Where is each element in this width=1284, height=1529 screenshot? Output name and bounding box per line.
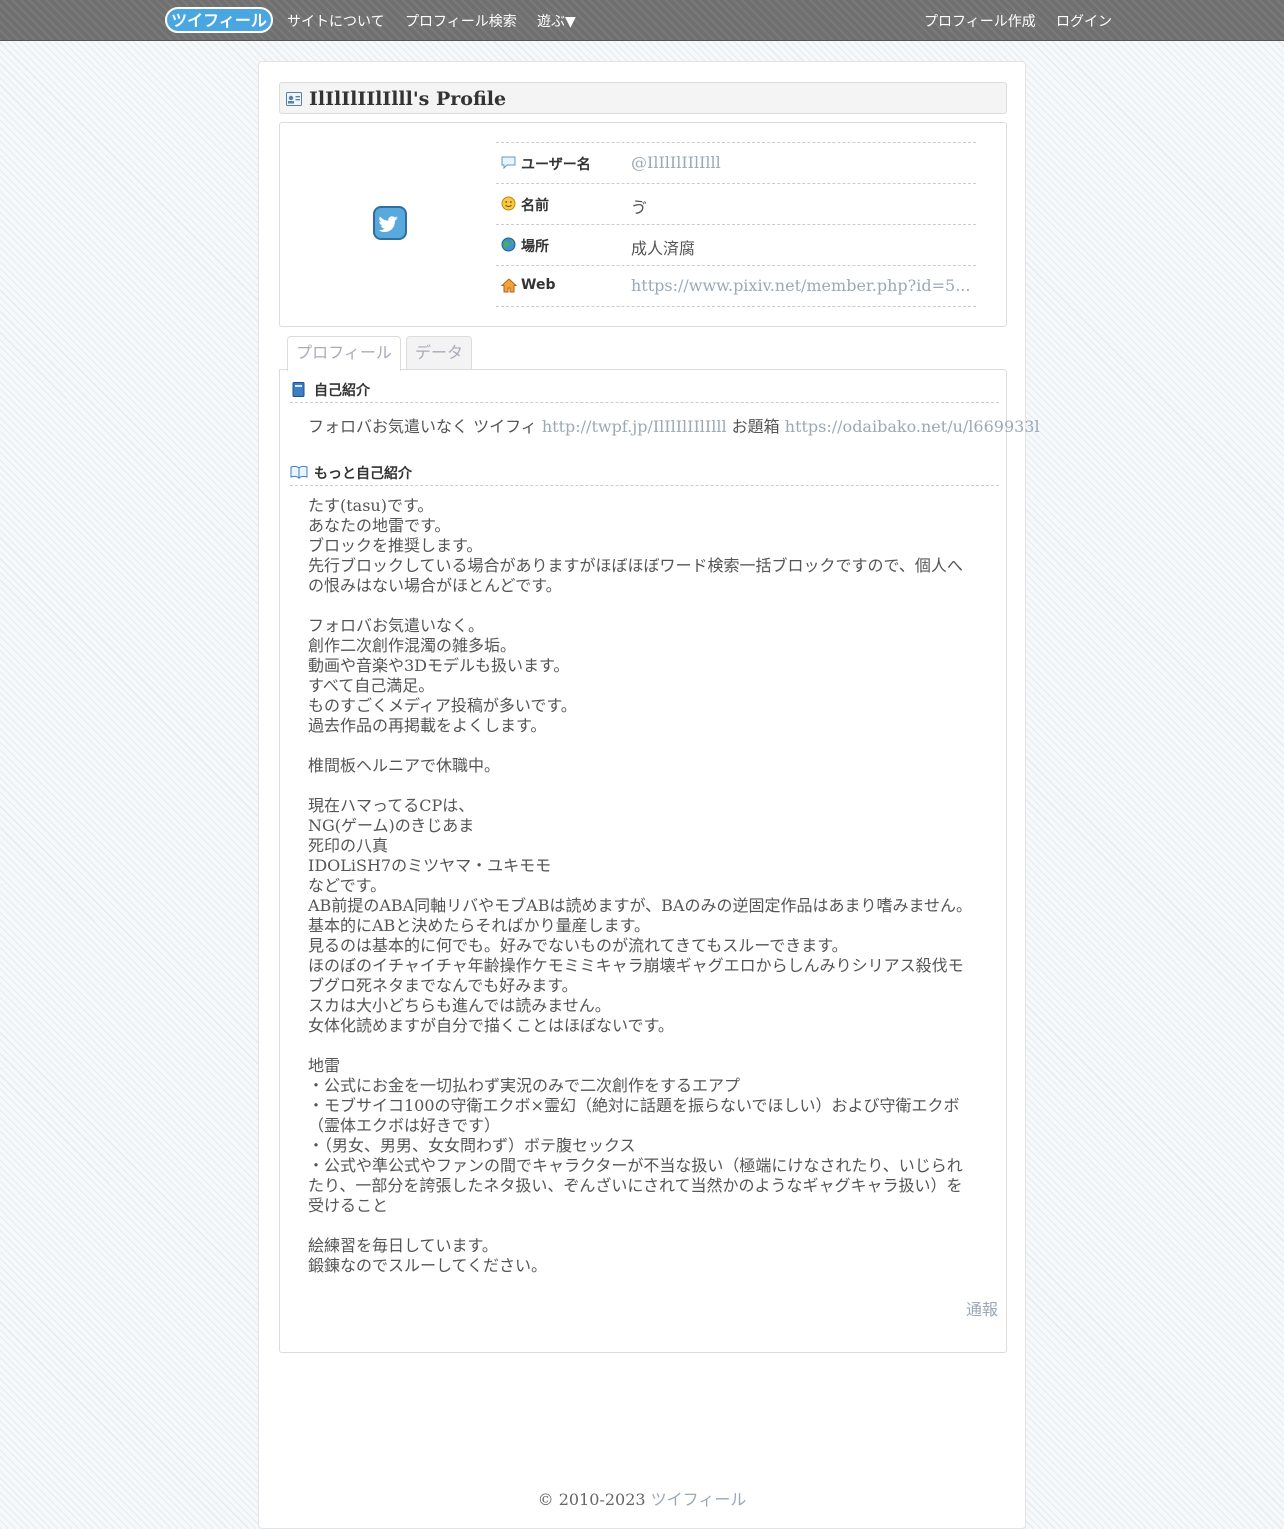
nav-play-menu[interactable]: 遊ぶ▼ [537, 11, 576, 31]
smiley-icon [501, 196, 516, 215]
location-value: 成人済腐 [631, 239, 696, 258]
tab-profile[interactable]: プロフィール [287, 336, 401, 371]
more-heading-text: もっと自己紹介 [314, 466, 412, 482]
info-row-username: ユーザー名 @IlIlIlIIlIlll [496, 143, 976, 184]
top-navigation-bar: ツイフィール サイトについて プロフィール検索 遊ぶ▼ プロフィール作成 ログイ… [0, 0, 1284, 41]
bio-line: ・公式や準公式やファンの間でキャラクターが不当な扱い（極端にけなされたり、いじら… [308, 1156, 963, 1175]
bio-line [308, 1036, 978, 1056]
bio-line: ものすごくメディア投稿が多いです。 [308, 696, 577, 715]
bio-line: ほのぼのイチャイチャ年齢操作ケモミミキャラ崩壊ギャグエロからしんみりシリアス殺伐… [308, 956, 964, 975]
more-intro-section-heading: もっと自己紹介 [290, 459, 999, 486]
intro-section-heading: 自己紹介 [290, 376, 999, 403]
bio-line: 椎間板ヘルニアで休職中。 [308, 756, 501, 775]
bio-line: あなたの地雷です。 [308, 516, 451, 535]
bio-line: スカは大小どちらも進んでは読みません。 [308, 996, 611, 1015]
name-label: 名前 [521, 198, 549, 214]
location-label: 場所 [521, 239, 549, 255]
page-title: IlIlIlIIlIlll's Profile [309, 88, 507, 110]
avatar[interactable] [373, 206, 407, 244]
nav-profile-search[interactable]: プロフィール検索 [405, 11, 517, 31]
profile-info-table: ユーザー名 @IlIlIlIIlIlll 名前 ゔ 場所 成人済腐 Web ht… [496, 142, 976, 307]
bio-line: NG(ゲーム)のきじあま [308, 816, 475, 835]
bio-line: 基本的にABと決めたらそればかり量産します。 [308, 916, 651, 935]
home-icon [500, 278, 518, 297]
open-book-icon [290, 465, 308, 483]
bio-line: 地雷 [308, 1056, 341, 1075]
bio-line: AB前提のABA同軸リバやモブABは読めますが、BAのみの逆固定作品はあまり嗜み… [308, 896, 973, 915]
info-row-location: 場所 成人済腐 [496, 225, 976, 266]
twpf-link[interactable]: http://twpf.jp/IlIlIlIIlIlll [542, 417, 727, 436]
bio-line: ブロックを推奨します。 [308, 536, 483, 555]
svg-text:ツイフィール: ツイフィール [171, 11, 267, 30]
speech-bubble-icon [501, 155, 516, 174]
bio-line: 先行ブロックしている場合がありますがほぼほぼワード検索一括ブロックですので、個人… [308, 556, 963, 575]
bio-line: ・（男女、男男、女女問わず）ボテ腹セックス [308, 1136, 636, 1155]
bio-line: 死印の八真 [308, 836, 389, 855]
bio-line: たり、一部分を誇張したネタ扱い、ぞんざいにされて当然かのようなギャグキャラ扱い）… [308, 1176, 963, 1195]
bio-line: 絵練習を毎日しています。 [308, 1236, 498, 1255]
profile-title-bar: IlIlIlIIlIlll's Profile [279, 82, 1007, 114]
bio-line: （霊体エクボは好きです） [308, 1116, 501, 1135]
bio-line: の恨みはない場合がほとんどです。 [308, 576, 562, 595]
bio-line: 受けること [308, 1196, 389, 1215]
footer-site-link[interactable]: ツイフィール [651, 1490, 747, 1509]
info-row-web: Web https://www.pixiv.net/member.php?id=… [496, 266, 976, 307]
intro-text-part: お題箱 [726, 417, 785, 436]
bio-line: IDOLiSH7のミツヤマ・ユキモモ [308, 856, 552, 875]
globe-icon [501, 237, 516, 256]
intro-text-part: フォロバお気遣いなく ツイフィ [308, 417, 542, 436]
intro-text: フォロバお気遣いなく ツイフィ http://twpf.jp/IlIlIlIIl… [308, 413, 1040, 437]
bio-line [308, 736, 978, 756]
web-label: Web [521, 277, 556, 293]
bio-line: 見るのは基本的に何でも。好みでないものが流れてきてもスルーできます。 [308, 936, 848, 955]
footer-copyright: © 2010-2023 [537, 1490, 651, 1509]
more-intro-text: たす(tasu)です。 あなたの地雷です。 ブロックを推奨します。 先行ブロックしてい… [308, 496, 978, 1276]
username-link[interactable]: @IlIlIlIIlIlll [631, 153, 721, 172]
twitter-bird-icon [373, 206, 407, 240]
name-value: ゔ [631, 198, 648, 217]
bio-line: 現在ハマってるCPは、 [308, 796, 475, 815]
bio-line: などです。 [308, 876, 387, 895]
odaibako-link[interactable]: https://odaibako.net/u/l669933l [785, 417, 1040, 436]
bio-line: 創作二次創作混濁の雑多垢。 [308, 636, 517, 655]
bio-line: 女体化読めますが自分で描くことはほぼないです。 [308, 1016, 674, 1035]
username-label: ユーザー名 [521, 157, 591, 173]
notebook-icon [292, 382, 305, 401]
footer: © 2010-2023 ツイフィール [259, 1486, 1025, 1510]
nav-about[interactable]: サイトについて [287, 11, 385, 31]
bio-line [308, 596, 978, 616]
bio-line: ブグロ死ネタまでなんでも好みます。 [308, 976, 578, 995]
bio-line: 過去作品の再掲載をよくします。 [308, 716, 547, 735]
bio-line: 動画や音楽や3Dモデルも扱います。 [308, 656, 570, 675]
bio-line: ・モブサイコ100の守衛エクボ×霊幻（絶対に話題を振らないでほしい）および守衛エ… [308, 1096, 960, 1115]
nav-create-profile[interactable]: プロフィール作成 [924, 11, 1036, 31]
tab-data[interactable]: データ [406, 336, 472, 369]
id-card-icon [286, 91, 302, 110]
intro-heading-text: 自己紹介 [314, 383, 370, 399]
main-card: IlIlIlIIlIlll's Profile ユーザー名 @IlIlIlIIl… [258, 61, 1040, 1529]
web-link[interactable]: https://www.pixiv.net/member.php?id=5... [631, 276, 970, 295]
bio-line [308, 1216, 978, 1236]
bio-line [308, 776, 978, 796]
bio-line: ・公式にお金を一切払わず実況のみで二次創作をするエアプ [308, 1076, 741, 1095]
report-link[interactable]: 通報 [966, 1296, 998, 1320]
nav-login[interactable]: ログイン [1056, 11, 1112, 31]
bio-line: 鍛錬なのでスルーしてください。 [308, 1256, 548, 1275]
profile-content-box: 自己紹介 フォロバお気遣いなく ツイフィ http://twpf.jp/IlIl… [279, 369, 1040, 1353]
profile-info-box: ユーザー名 @IlIlIlIIlIlll 名前 ゔ 場所 成人済腐 Web ht… [279, 122, 1007, 327]
info-row-name: 名前 ゔ [496, 184, 976, 225]
bio-line: フォロバお気遣いなく。 [308, 616, 485, 635]
bio-line: すべて自己満足。 [308, 676, 435, 695]
site-logo[interactable]: ツイフィール [164, 5, 274, 35]
bio-line: たす(tasu)です。 [308, 496, 434, 515]
